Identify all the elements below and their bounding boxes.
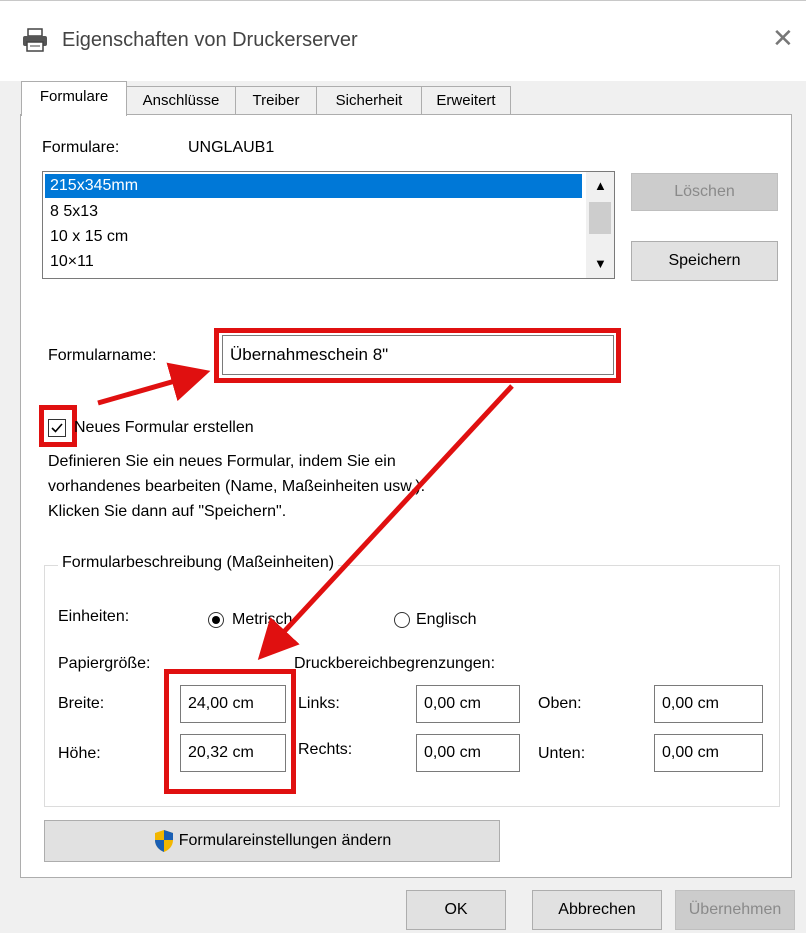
checkbox-highlight (39, 405, 77, 447)
tab-sicherheit[interactable]: Sicherheit (316, 86, 422, 115)
right-margin-field[interactable]: 0,00 cm (416, 734, 520, 772)
bottom-margin-field[interactable]: 0,00 cm (654, 734, 763, 772)
left-margin-field[interactable]: 0,00 cm (416, 685, 520, 723)
cancel-button[interactable]: Abbrechen (532, 890, 662, 930)
list-item[interactable]: 10 x 15 cm (45, 225, 128, 249)
right-label: Rechts: (298, 741, 353, 758)
delete-button[interactable]: Löschen (631, 173, 778, 211)
units-label: Einheiten: (58, 608, 130, 625)
new-form-description-line: vorhandenes bearbeiten (Name, Maßeinheit… (48, 478, 426, 495)
list-item[interactable]: 10×11 (45, 250, 94, 274)
metric-radio[interactable] (208, 612, 224, 628)
change-form-settings-label: Formulareinstellungen ändern (178, 832, 392, 849)
tab-anschluesse[interactable]: Anschlüsse (126, 86, 236, 115)
ok-button[interactable]: OK (406, 890, 506, 930)
close-icon[interactable]: ✕ (772, 25, 794, 51)
form-name-label: Formularname: (48, 347, 157, 364)
new-form-label: Neues Formular erstellen (74, 419, 254, 436)
chevron-down-icon[interactable]: ▼ (594, 256, 607, 271)
height-label: Höhe: (58, 745, 101, 762)
apply-button[interactable]: Übernehmen (675, 890, 795, 930)
group-title: Formularbeschreibung (Maßeinheiten) (58, 554, 339, 572)
tab-treiber[interactable]: Treiber (235, 86, 317, 115)
shield-icon (153, 829, 175, 853)
change-form-settings-button[interactable]: Formulareinstellungen ändern (44, 820, 500, 862)
title-bar: Eigenschaften von Druckerserver ✕ (0, 1, 806, 81)
bottom-label: Unten: (538, 745, 586, 762)
list-item[interactable]: 215x345mm (45, 174, 582, 198)
printer-server-properties-dialog: Eigenschaften von Druckerserver ✕ Formul… (0, 0, 806, 933)
width-label: Breite: (58, 695, 105, 712)
print-area-label: Druckbereichbegrenzungen: (294, 655, 496, 672)
tab-erweitert[interactable]: Erweitert (421, 86, 511, 115)
list-item[interactable]: 8 5x13 (45, 200, 98, 224)
paper-size-label: Papiergröße: (58, 655, 151, 672)
metric-label: Metrisch (232, 611, 293, 628)
forms-listbox[interactable]: 215x345mm 8 5x13 10 x 15 cm 10×11 ▲ ▼ (42, 171, 615, 279)
top-label: Oben: (538, 695, 582, 712)
left-label: Links: (298, 695, 340, 712)
new-form-description-line: Definieren Sie ein neues Formular, indem… (48, 453, 396, 470)
new-form-description-line: Klicken Sie dann auf "Speichern". (48, 503, 287, 520)
english-radio[interactable] (394, 612, 410, 628)
form-name-highlight (214, 328, 621, 383)
window-title: Eigenschaften von Druckerserver (62, 29, 358, 51)
formulare-label: Formulare: (42, 139, 120, 156)
tab-formulare[interactable]: Formulare (21, 81, 127, 116)
printer-icon (22, 28, 48, 52)
chevron-up-icon[interactable]: ▲ (594, 178, 607, 193)
english-label: Englisch (416, 611, 477, 628)
list-scrollbar[interactable]: ▲ ▼ (586, 172, 614, 278)
save-button[interactable]: Speichern (631, 241, 778, 281)
server-name: UNGLAUB1 (188, 139, 275, 156)
size-fields-highlight (164, 669, 296, 794)
scrollbar-thumb[interactable] (589, 202, 611, 234)
top-margin-field[interactable]: 0,00 cm (654, 685, 763, 723)
